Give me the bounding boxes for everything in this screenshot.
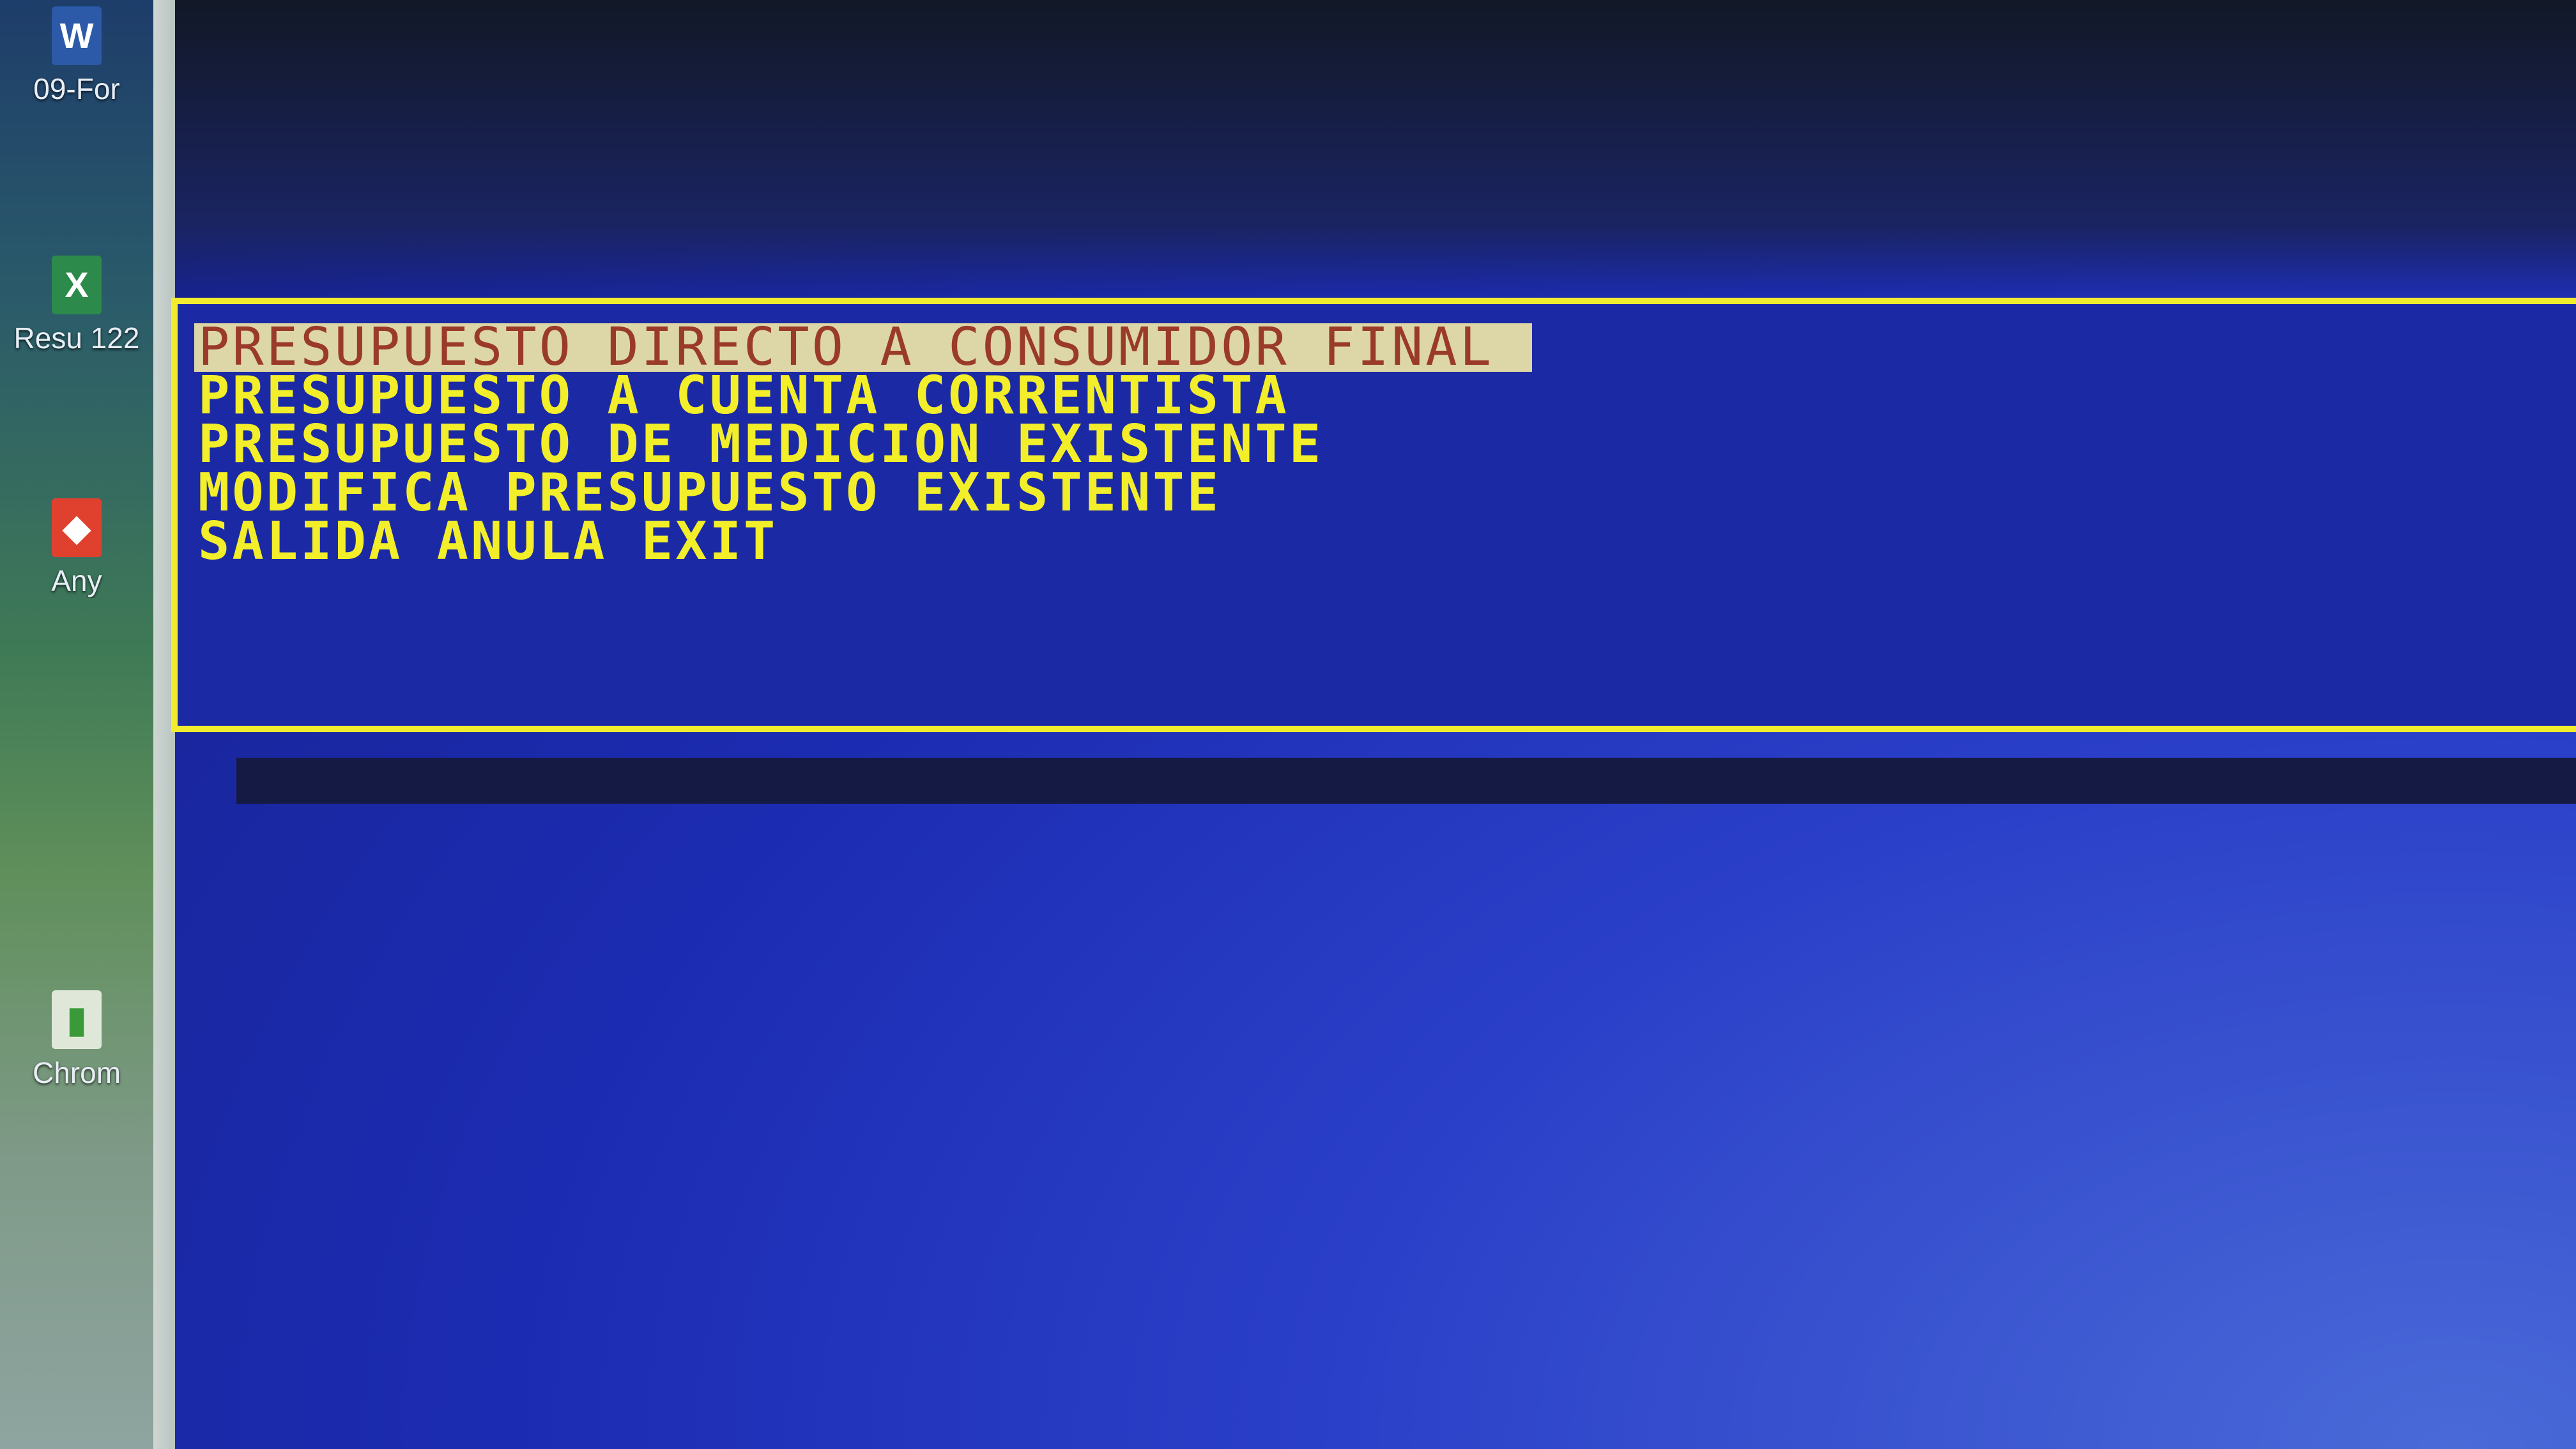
menu-item-cuenta-correntista[interactable]: PRESUPUESTO A CUENTA CORRENTISTA [194,370,1532,422]
desktop-shortcut-label: Resu 122 [13,321,140,355]
console-top-area [153,0,2576,300]
excel-spreadsheet-icon: X [52,256,102,314]
menu-box: PRESUPUESTO DIRECTO A CONSUMIDOR FINAL P… [171,298,2576,732]
desktop-shortcut-word[interactable]: W 09-For [13,6,141,106]
desktop-shortcut-label: Any [51,564,102,597]
word-document-icon: W [52,6,102,65]
desktop-shortcut-label: 09-For [33,72,120,105]
chrome-file-icon: ▮ [52,990,102,1049]
screen: W 09-For X Resu 122 ◆ Any ▮ Chrom PRESUP… [0,0,2576,1449]
desktop-shortcut-chrome[interactable]: ▮ Chrom [13,990,141,1090]
menu-item-medicion-existente[interactable]: PRESUPUESTO DE MEDICION EXISTENTE [194,418,1532,471]
desktop-shortcut-anydesk[interactable]: ◆ Any [13,498,141,598]
desktop-shortcut-label: Chrom [32,1056,121,1089]
menu-shadow-bar [236,758,2576,804]
anydesk-icon: ◆ [52,498,102,557]
menu-item-modifica-presupuesto[interactable]: MODIFICA PRESUPUESTO EXISTENTE [194,467,1532,519]
desktop-background: W 09-For X Resu 122 ◆ Any ▮ Chrom [0,0,153,1449]
menu-list: PRESUPUESTO DIRECTO A CONSUMIDOR FINAL P… [194,321,1532,568]
desktop-shortcut-excel[interactable]: X Resu 122 [13,256,141,355]
menu-item-consumidor-final[interactable]: PRESUPUESTO DIRECTO A CONSUMIDOR FINAL [194,321,1532,374]
menu-item-row: PRESUPUESTO DIRECTO A CONSUMIDOR FINAL [194,321,1532,374]
menu-item-salida-exit[interactable]: SALIDA ANULA EXIT [194,516,1532,568]
